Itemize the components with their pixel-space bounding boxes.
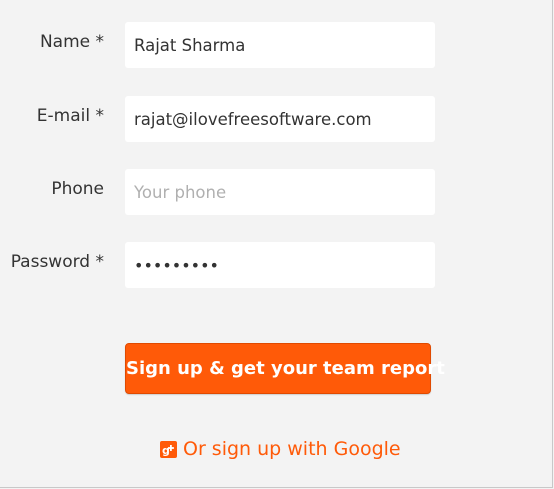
password-field[interactable] <box>125 242 435 288</box>
signup-button[interactable]: Sign up & get your team report <box>125 343 445 394</box>
name-row: Name * <box>0 22 554 68</box>
phone-field[interactable] <box>125 169 435 215</box>
email-label: E-mail * <box>36 106 104 126</box>
phone-label: Phone <box>51 179 104 199</box>
password-label: Password * <box>10 252 104 272</box>
name-field[interactable] <box>125 22 435 68</box>
phone-row: Phone <box>0 169 554 215</box>
signup-form: Name * E-mail * Phone Password * Sign up… <box>0 0 553 488</box>
name-label: Name * <box>39 32 104 52</box>
google-signup-link[interactable]: g Or sign up with Google <box>160 436 401 462</box>
email-row: E-mail * <box>0 96 554 142</box>
password-row: Password * <box>0 242 554 288</box>
email-field[interactable] <box>125 96 435 142</box>
svg-text:g: g <box>162 444 170 457</box>
google-plus-icon: g <box>160 440 177 458</box>
google-signup-label: Or sign up with Google <box>183 438 401 460</box>
